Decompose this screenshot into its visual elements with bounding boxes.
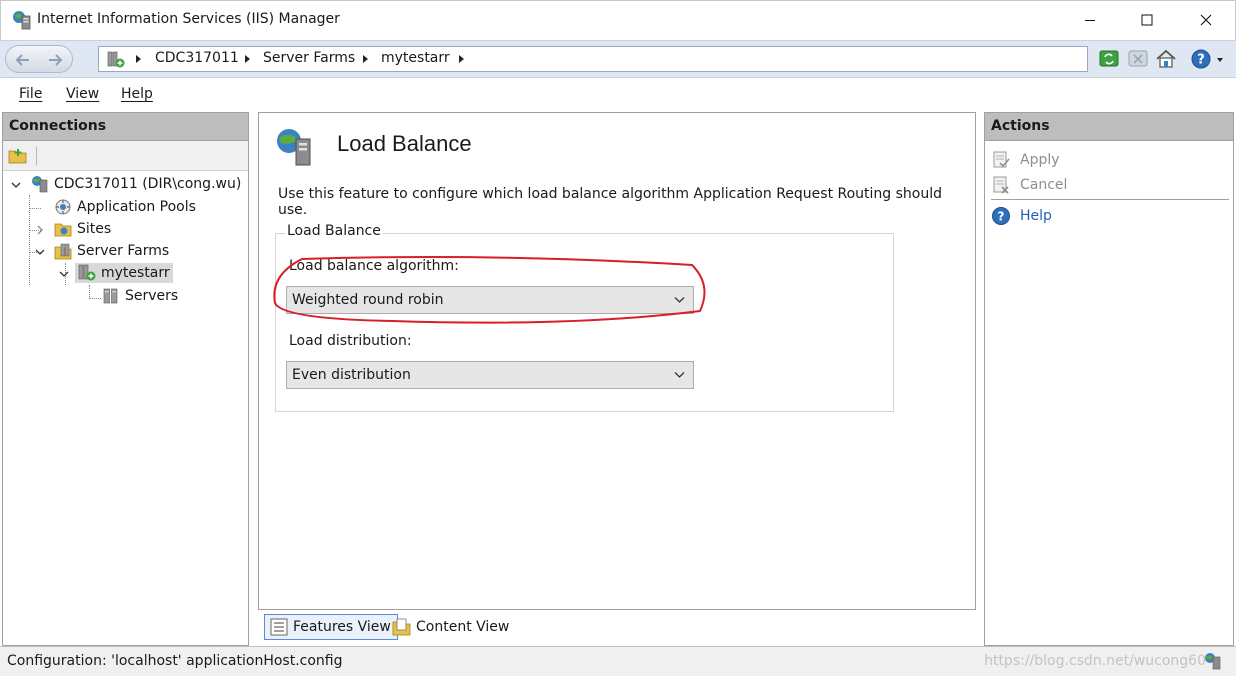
help-dropdown-arrow[interactable]	[1217, 58, 1223, 62]
status-bar: Configuration: 'localhost' applicationHo…	[0, 646, 1236, 676]
home-icon[interactable]	[1155, 48, 1177, 70]
tree-item-servers[interactable]: Servers	[102, 286, 178, 306]
server-farm-icon	[78, 264, 96, 281]
server-farm-icon	[107, 51, 125, 68]
menu-file[interactable]: File	[19, 86, 42, 102]
action-label: Apply	[1020, 152, 1060, 168]
svg-text:?: ?	[998, 210, 1005, 224]
breadcrumb-separator[interactable]	[363, 55, 368, 63]
tree-item-mytestarr[interactable]: mytestarr	[75, 263, 173, 283]
application-pools-icon	[55, 199, 71, 215]
create-connection-icon[interactable]	[8, 147, 28, 165]
maximize-button[interactable]	[1124, 5, 1170, 35]
actions-header: Actions	[985, 113, 1233, 141]
apply-action[interactable]: Apply	[991, 150, 1060, 170]
chevron-down-icon	[674, 297, 685, 303]
distribution-dropdown[interactable]: Even distribution	[286, 361, 694, 389]
action-label: Cancel	[1020, 177, 1068, 193]
content-panel: Load Balance Use this feature to configu…	[258, 112, 976, 610]
tree-item-label: Server Farms	[77, 243, 170, 259]
actions-panel: Actions Apply Cancel ? Help	[984, 112, 1234, 646]
breadcrumb-separator[interactable]	[136, 55, 141, 63]
tree-item-application-pools[interactable]: Application Pools	[54, 197, 196, 217]
page-title: Load Balance	[337, 131, 472, 156]
menu-view[interactable]: View	[66, 86, 99, 102]
minimize-button[interactable]	[1067, 5, 1113, 35]
tree-item-label: mytestarr	[101, 265, 170, 281]
breadcrumb-server-farms[interactable]: Server Farms	[263, 50, 355, 66]
actions-divider	[991, 199, 1229, 200]
tab-content-view[interactable]: Content View	[388, 614, 515, 640]
menu-help[interactable]: Help	[121, 86, 153, 102]
cancel-action[interactable]: Cancel	[991, 175, 1067, 195]
collapse-toggle[interactable]	[35, 247, 45, 257]
refresh-icon[interactable]	[1098, 48, 1120, 70]
breadcrumb-separator[interactable]	[459, 55, 464, 63]
tree-item-server[interactable]: CDC317011 (DIR\cong.wu)	[31, 174, 241, 194]
content-view-icon	[392, 618, 411, 636]
navigation-buttons	[5, 45, 73, 73]
tree-item-label: CDC317011 (DIR\cong.wu)	[54, 176, 242, 192]
breadcrumb-server[interactable]: CDC317011	[155, 50, 239, 66]
help-icon[interactable]: ?	[1190, 48, 1212, 70]
toolbar-divider	[36, 147, 37, 165]
watermark-text: https://blog.csdn.net/wucong60	[984, 653, 1206, 669]
window-title: Internet Information Services (IIS) Mana…	[37, 11, 340, 27]
svg-text:?: ?	[1197, 53, 1205, 68]
chevron-down-icon	[674, 372, 685, 378]
menu-bar: File View Help	[0, 78, 1236, 112]
action-label: Help	[1020, 208, 1052, 224]
back-arrow-icon[interactable]	[15, 52, 31, 68]
close-icon	[1200, 14, 1212, 26]
connections-header: Connections	[3, 113, 248, 141]
cancel-icon	[993, 176, 1009, 194]
algorithm-dropdown[interactable]: Weighted round robin	[286, 286, 694, 314]
groupbox-title: Load Balance	[285, 223, 383, 239]
status-text: Configuration: 'localhost' applicationHo…	[7, 653, 343, 669]
features-view-icon	[270, 618, 288, 636]
connections-toolbar	[3, 141, 248, 171]
expand-toggle[interactable]	[35, 225, 45, 235]
server-farms-icon	[54, 243, 72, 260]
tree-connector	[89, 298, 101, 299]
tree-connector	[29, 208, 41, 209]
tab-label: Features View	[293, 619, 391, 635]
collapse-toggle[interactable]	[59, 269, 69, 279]
breadcrumb-separator[interactable]	[245, 55, 250, 63]
tree-item-label: Servers	[125, 288, 179, 304]
help-action[interactable]: ? Help	[991, 206, 1052, 226]
maximize-icon	[1141, 14, 1153, 26]
tab-features-view[interactable]: Features View	[264, 614, 398, 640]
address-bar: CDC317011 Server Farms mytestarr ?	[0, 40, 1236, 78]
connections-panel: Connections CDC317011 (DIR\cong.wu) Appl…	[2, 112, 249, 646]
load-balance-icon	[277, 129, 311, 166]
iis-status-icon	[1205, 653, 1221, 670]
sites-folder-icon	[54, 223, 72, 237]
algorithm-label: Load balance algorithm:	[289, 258, 459, 274]
breadcrumb-farm[interactable]: mytestarr	[381, 50, 450, 66]
distribution-label: Load distribution:	[289, 333, 412, 349]
help-icon: ?	[992, 207, 1010, 225]
feature-description: Use this feature to configure which load…	[278, 186, 943, 218]
algorithm-selected-value: Weighted round robin	[292, 292, 444, 308]
forward-arrow-icon[interactable]	[47, 52, 63, 68]
apply-icon	[993, 151, 1010, 168]
tree-connector	[89, 285, 90, 299]
tree-item-sites[interactable]: Sites	[54, 219, 111, 239]
servers-icon	[103, 288, 118, 304]
tree-item-label: Application Pools	[77, 199, 196, 215]
distribution-selected-value: Even distribution	[292, 367, 411, 383]
collapse-toggle[interactable]	[11, 180, 21, 190]
tree-item-label: Sites	[77, 221, 112, 237]
iis-manager-icon	[13, 11, 31, 30]
title-bar: Internet Information Services (IIS) Mana…	[0, 0, 1236, 40]
minimize-icon	[1085, 20, 1095, 21]
server-icon	[32, 176, 48, 193]
close-button[interactable]	[1183, 5, 1229, 35]
tab-label: Content View	[416, 619, 510, 635]
address-field[interactable]: CDC317011 Server Farms mytestarr	[98, 46, 1088, 72]
stop-icon[interactable]	[1127, 48, 1149, 70]
view-tabs: Features View Content View	[258, 612, 976, 646]
tree-item-server-farms[interactable]: Server Farms	[54, 241, 169, 261]
